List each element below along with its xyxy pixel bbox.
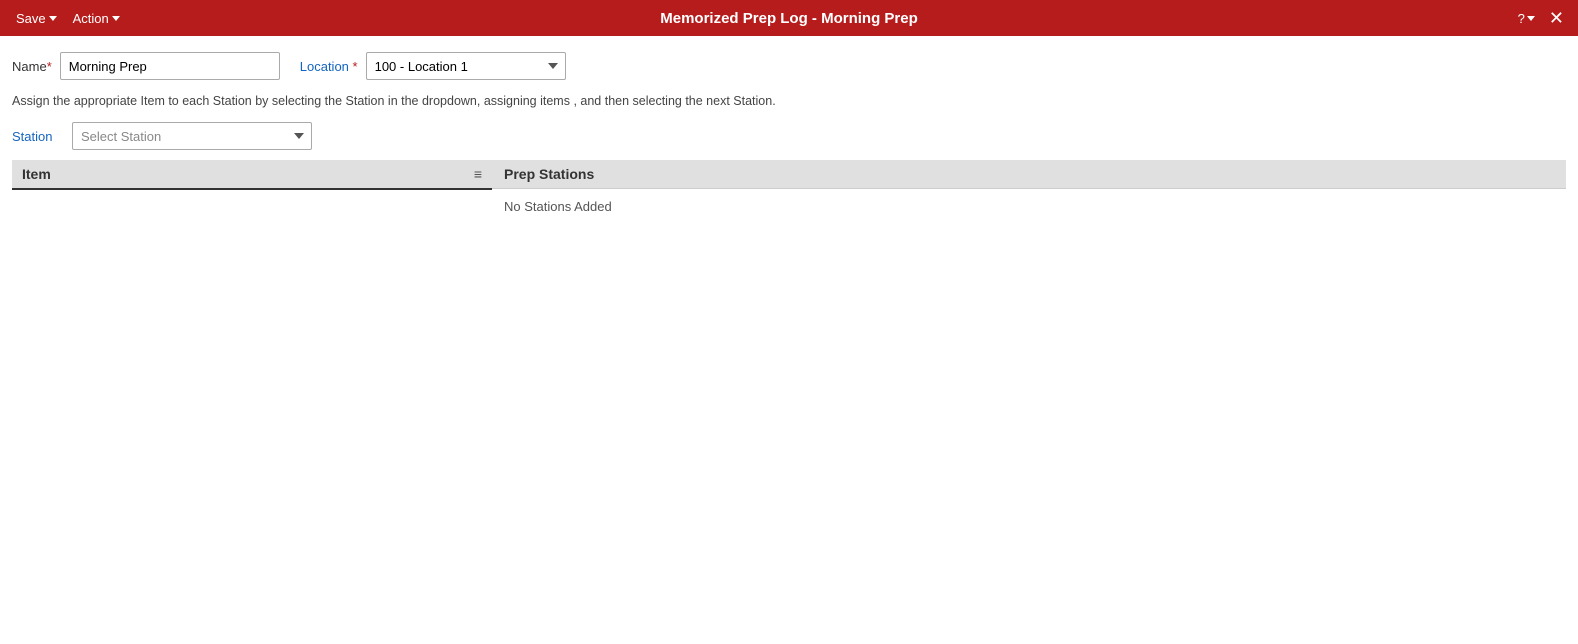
station-label: Station [12,129,62,144]
save-caret-icon [49,16,57,21]
help-caret-icon [1527,16,1535,21]
help-label: ? [1518,11,1525,26]
top-bar-right: ? ✕ [1518,9,1568,27]
left-panel: Item ≡ [12,160,492,224]
top-bar: Save Action Memorized Prep Log - Morning… [0,0,1578,36]
action-button[interactable]: Action [67,7,126,30]
station-select-wrap: Select Station [72,122,312,150]
page-title: Memorized Prep Log - Morning Prep [660,10,918,27]
name-field: Name* [12,52,280,80]
name-label: Name* [12,59,52,74]
right-panel: Prep Stations No Stations Added [492,160,1566,224]
form-row: Name* Location * 100 - Location 1 [12,52,1566,80]
action-caret-icon [112,16,120,21]
name-input[interactable] [60,52,280,80]
content-area: Name* Location * 100 - Location 1 Assign… [0,36,1578,240]
close-button[interactable]: ✕ [1545,9,1568,27]
location-select-wrap: 100 - Location 1 [366,52,566,80]
close-icon: ✕ [1549,8,1564,28]
item-table-header: Item ≡ [12,160,492,190]
no-stations-message: No Stations Added [504,199,612,214]
save-label: Save [16,11,46,26]
filter-icon[interactable]: ≡ [474,166,482,182]
station-row: Station Select Station [12,122,1566,150]
location-field: Location * 100 - Location 1 [300,52,566,80]
station-select[interactable]: Select Station [72,122,312,150]
save-button[interactable]: Save [10,7,63,30]
panels: Item ≡ Prep Stations No Stations Added [12,160,1566,224]
help-button[interactable]: ? [1518,11,1535,26]
location-select[interactable]: 100 - Location 1 [366,52,566,80]
location-label: Location * [300,59,358,74]
item-header-label: Item [22,166,51,182]
instruction-text: Assign the appropriate Item to each Stat… [12,94,1566,108]
prep-stations-body: No Stations Added [492,189,1566,224]
top-bar-left: Save Action [10,7,126,30]
prep-stations-header: Prep Stations [492,160,1566,189]
action-label: Action [73,11,109,26]
